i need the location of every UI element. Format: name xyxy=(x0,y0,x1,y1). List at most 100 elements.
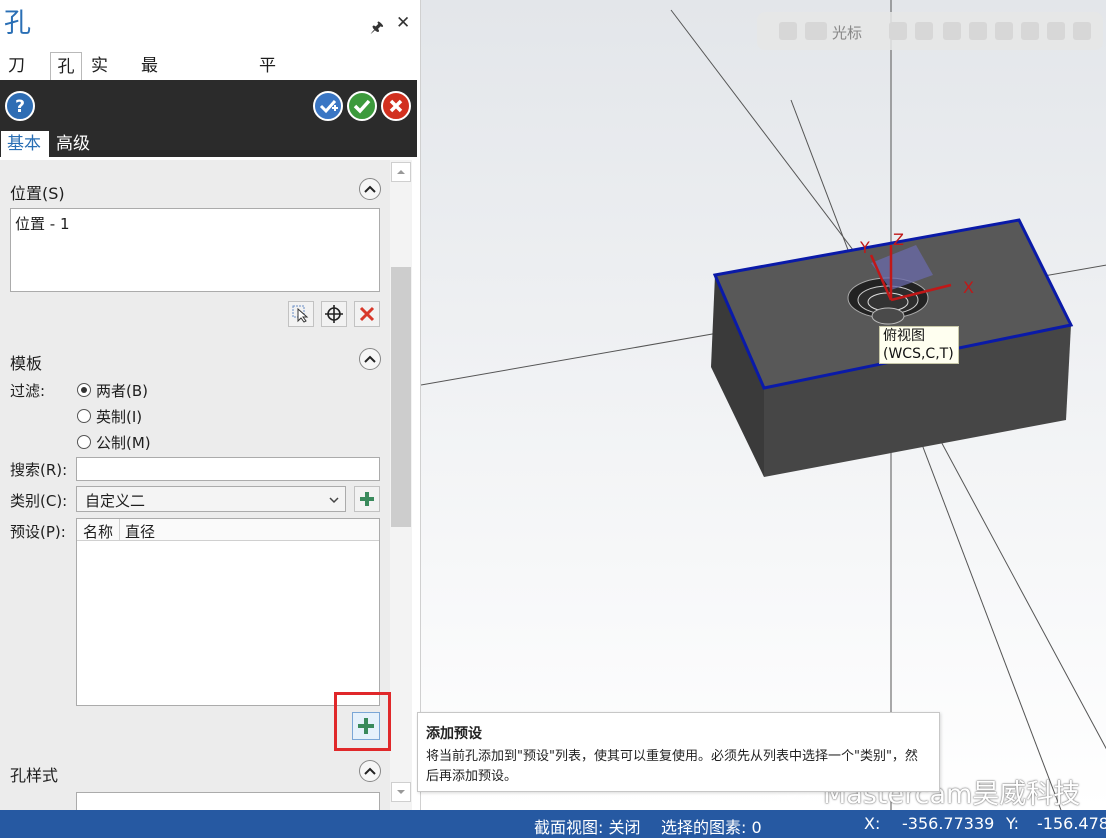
tab-toolpaths[interactable]: 刀路 xyxy=(8,52,25,104)
add-preset-tooltip: 添加预设 将当前孔添加到"预设"列表，使其可以重复使用。必须先从列表中选择一个"… xyxy=(417,712,940,792)
plus-icon xyxy=(360,492,374,506)
tab-planes[interactable]: 平面 xyxy=(259,52,276,104)
position-section: 位置(S) 位置 - 1 xyxy=(5,172,385,334)
preset-table[interactable]: 名称 直径 xyxy=(76,518,380,706)
cube-wireframe-icon[interactable] xyxy=(1021,22,1039,40)
chevron-up-icon xyxy=(364,767,376,775)
hole-style-preview xyxy=(76,792,380,810)
tab-hole[interactable]: 孔 xyxy=(50,52,82,80)
help-icon: ? xyxy=(15,97,25,117)
scene-canvas xyxy=(421,0,1106,810)
filter-option-both[interactable]: 两者(B) xyxy=(96,380,148,401)
position-section-header: 位置(S) xyxy=(10,184,65,203)
x-icon xyxy=(389,99,403,113)
scroll-down-button[interactable] xyxy=(391,782,411,802)
viewport-toolbar: 光标 xyxy=(757,12,1103,50)
check-plus-icon xyxy=(319,99,338,114)
tab-advanced[interactable]: 高级 xyxy=(56,131,90,157)
list-item[interactable]: 位置 - 1 xyxy=(15,213,70,234)
view-tooltip: 俯视图 (WCS,C,T) xyxy=(879,326,959,364)
cube-view-icon[interactable] xyxy=(969,22,987,40)
x-coordinate-value: -356.77339 xyxy=(902,814,995,833)
panel-title: 孔 xyxy=(4,8,31,39)
tab-recent-functions[interactable]: 最近使用功能 xyxy=(141,52,158,216)
gear-icon[interactable] xyxy=(915,22,933,40)
graphics-viewport[interactable]: Y Z X 俯视图 (WCS,C,T) 光标 Mastercam昊威科技 xyxy=(420,0,1106,810)
selected-entities-status: 选择的图素: 0 xyxy=(661,818,762,837)
hole-style-section: 孔样式 xyxy=(5,754,385,810)
view-tooltip-line2: (WCS,C,T) xyxy=(883,346,954,362)
column-header-diameter[interactable]: 直径 xyxy=(125,521,155,542)
tab-solids[interactable]: 实体 xyxy=(91,52,108,104)
status-bar: 截面视图: 关闭 选择的图素: 0 X: -356.77339 Y: -156.… xyxy=(0,810,1106,838)
filter-radio-metric[interactable] xyxy=(77,435,91,449)
cube-outline-icon[interactable] xyxy=(1047,22,1065,40)
search-input[interactable] xyxy=(76,457,380,481)
axis-label-y: Y xyxy=(860,238,870,257)
panel-title-row: 孔 🖈 ✕ xyxy=(0,0,420,50)
filter-radio-inch[interactable] xyxy=(77,409,91,423)
filter-radio-both[interactable] xyxy=(77,383,91,397)
search-label: 搜索(R): xyxy=(10,461,68,479)
column-divider xyxy=(119,519,120,541)
y-coordinate-value: -156.478 xyxy=(1037,814,1106,833)
scroll-up-button[interactable] xyxy=(391,162,411,182)
select-arrow-icon[interactable] xyxy=(943,22,961,40)
cursor-mode-label[interactable]: 光标 xyxy=(832,22,862,43)
axis-label-x: X xyxy=(963,278,974,297)
x-coordinate-label: X: xyxy=(864,814,881,833)
hole-style-section-header: 孔样式 xyxy=(10,766,59,785)
add-category-button[interactable] xyxy=(354,486,380,512)
close-icon[interactable]: ✕ xyxy=(396,13,410,33)
preset-label: 预设(P): xyxy=(10,523,66,541)
y-coordinate-label: Y: xyxy=(1006,814,1020,833)
lock-icon[interactable] xyxy=(779,22,797,40)
ok-and-create-new-button[interactable] xyxy=(313,91,343,121)
template-section: 模板 过滤: 两者(B) 英制(I) 公制(M) 搜索(R): 类别(C): 自… xyxy=(5,342,385,746)
select-position-button[interactable] xyxy=(288,301,314,327)
hole-panel: 孔 🖈 ✕ 刀路 孔 实体 最近使用功能 平面 ? xyxy=(0,0,420,810)
collapse-hole-style-button[interactable] xyxy=(359,760,381,782)
select-cursor-icon xyxy=(292,305,309,323)
cancel-button[interactable] xyxy=(381,91,411,121)
position-list[interactable]: 位置 - 1 xyxy=(10,208,380,292)
remove-position-button[interactable] xyxy=(354,301,380,327)
cursor-mode-icon[interactable] xyxy=(805,22,827,40)
pin-icon[interactable]: 🖈 xyxy=(370,17,384,42)
category-value: 自定义二 xyxy=(85,492,146,510)
scroll-thumb[interactable] xyxy=(391,267,411,527)
filter-label: 过滤: xyxy=(10,382,46,400)
scroll-down-arrow-icon xyxy=(397,790,405,794)
cube-hidden-icon[interactable] xyxy=(1073,22,1091,40)
tab-basic[interactable]: 基本 xyxy=(1,131,49,157)
delete-x-icon xyxy=(359,306,375,322)
point-position-button[interactable] xyxy=(321,301,347,327)
command-bar: ? 基本 高级 xyxy=(0,80,417,157)
add-preset-tooltip-body: 将当前孔添加到"预设"列表，使其可以重复使用。必须先从列表中选择一个"类别"，然… xyxy=(426,749,918,784)
collapse-template-button[interactable] xyxy=(359,348,381,370)
filter-option-metric[interactable]: 公制(M) xyxy=(96,432,151,453)
column-header-name[interactable]: 名称 xyxy=(83,521,113,542)
template-section-header: 模板 xyxy=(10,354,43,373)
collapse-position-button[interactable] xyxy=(359,178,381,200)
svg-text:?: ? xyxy=(15,97,25,117)
crosshair-icon xyxy=(325,305,343,323)
axis-label-z: Z xyxy=(893,230,904,249)
help-button[interactable]: ? xyxy=(5,91,35,121)
category-select[interactable]: 自定义二 xyxy=(76,486,346,512)
xyz-icon[interactable] xyxy=(889,22,907,40)
scroll-up-arrow-icon xyxy=(397,170,405,174)
chevron-down-icon xyxy=(329,497,339,504)
cube-shaded-icon[interactable] xyxy=(995,22,1013,40)
panel-content: 位置(S) 位置 - 1 模板 过滤: 两者(B) 英制(I) 公制(M) 搜索… xyxy=(0,160,390,810)
check-icon xyxy=(353,99,371,114)
ok-button[interactable] xyxy=(347,91,377,121)
view-tooltip-line1: 俯视图 xyxy=(883,328,925,344)
chevron-up-icon xyxy=(364,185,376,193)
filter-option-inch[interactable]: 英制(I) xyxy=(96,406,142,427)
callout-highlight-box xyxy=(334,692,391,751)
section-view-status[interactable]: 截面视图: 关闭 xyxy=(534,814,640,838)
panel-scrollbar[interactable] xyxy=(390,160,412,810)
chevron-up-icon xyxy=(364,355,376,363)
category-label: 类别(C): xyxy=(10,492,68,510)
